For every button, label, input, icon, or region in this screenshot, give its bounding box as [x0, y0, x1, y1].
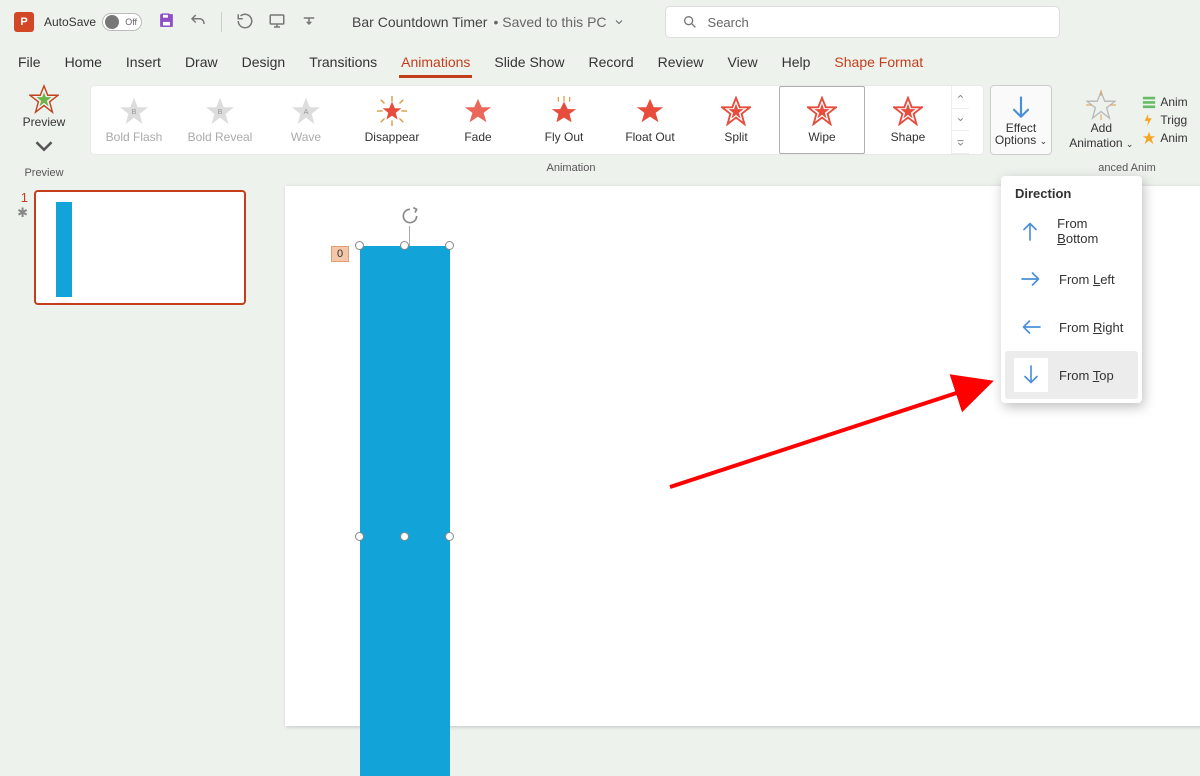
effect-options-dropdown: Direction From Bottom From Left From Rig… [1001, 176, 1142, 403]
gallery-split[interactable]: Split [693, 86, 779, 154]
star-icon [549, 96, 579, 126]
add-animation-button[interactable]: Add Animation ⌄ [1066, 88, 1136, 152]
gallery-scroll-up[interactable] [952, 86, 969, 109]
tab-help[interactable]: Help [780, 50, 813, 78]
tab-view[interactable]: View [726, 50, 760, 78]
gallery-wave[interactable]: A Wave [263, 86, 349, 154]
advanced-anim-mini: Anim Trigg Anim [1142, 95, 1187, 145]
star-icon [635, 96, 665, 126]
tab-animations[interactable]: Animations [399, 50, 472, 78]
resize-handle[interactable] [445, 532, 454, 541]
gallery-bold-reveal[interactable]: B Bold Reveal [177, 86, 263, 154]
animation-painter-button[interactable]: Anim [1142, 131, 1187, 145]
app-icon: P [14, 12, 34, 32]
tab-home[interactable]: Home [63, 50, 104, 78]
chevron-down-icon [29, 131, 59, 161]
tab-slideshow[interactable]: Slide Show [492, 50, 566, 78]
resize-handle[interactable] [355, 532, 364, 541]
autosave-label: AutoSave [44, 15, 96, 29]
tab-draw[interactable]: Draw [183, 50, 220, 78]
tab-design[interactable]: Design [240, 50, 288, 78]
gallery-bold-flash[interactable]: B Bold Flash [91, 86, 177, 154]
direction-from-left[interactable]: From Left [1005, 255, 1138, 303]
search-icon [682, 14, 698, 30]
animation-gallery: B Bold Flash B Bold Reveal A Wave Disapp… [90, 85, 984, 155]
resize-handle[interactable] [400, 532, 409, 541]
gallery-scroll-down[interactable] [952, 109, 969, 132]
search-input[interactable]: Search [665, 6, 1060, 38]
animation-order-tag[interactable]: 0 [331, 246, 349, 262]
arrow-down-icon [1019, 363, 1043, 387]
thumbnail-anim-indicator: ✱ [14, 205, 28, 221]
slide-thumbnail-1[interactable] [34, 190, 246, 305]
rotate-handle[interactable] [400, 206, 420, 229]
tab-file[interactable]: File [16, 50, 43, 78]
direction-from-bottom[interactable]: From Bottom [1005, 207, 1138, 255]
star-icon: B [205, 96, 235, 126]
save-icon[interactable] [158, 12, 175, 32]
arrow-down-icon [1007, 94, 1035, 122]
star-outline-icon [29, 84, 59, 114]
ribbon-tabs: File Home Insert Draw Design Transitions… [0, 44, 1200, 78]
star-icon [893, 96, 923, 126]
trigger-button[interactable]: Trigg [1142, 113, 1187, 127]
gallery-float-out[interactable]: Float Out [607, 86, 693, 154]
tab-record[interactable]: Record [586, 50, 635, 78]
thumbnail-bar-shape [56, 202, 72, 297]
qat-more-icon[interactable] [300, 12, 318, 33]
resize-handle[interactable] [355, 241, 364, 250]
star-plus-icon [1086, 90, 1116, 120]
dropdown-header: Direction [1001, 176, 1142, 207]
selected-rectangle-shape[interactable] [360, 246, 450, 776]
animation-pane-button[interactable]: Anim [1142, 95, 1187, 109]
star-icon [807, 96, 837, 126]
gallery-more[interactable] [952, 131, 969, 154]
document-title[interactable]: Bar Countdown Timer • Saved to this PC [352, 14, 624, 30]
gallery-disappear[interactable]: Disappear [349, 86, 435, 154]
star-icon [721, 96, 751, 126]
gallery-scroll [951, 86, 969, 154]
tab-shape-format[interactable]: Shape Format [832, 50, 925, 78]
direction-from-top[interactable]: From Top [1005, 351, 1138, 399]
effect-options-button[interactable]: Effect Options ⌄ [990, 85, 1052, 155]
tab-transitions[interactable]: Transitions [307, 50, 379, 78]
star-icon [377, 96, 407, 126]
group-label-advanced: anced Anim [1062, 162, 1192, 176]
preview-button[interactable]: Preview [15, 82, 73, 163]
gallery-wipe[interactable]: Wipe [779, 86, 865, 154]
svg-text:B: B [217, 107, 222, 116]
resize-handle[interactable] [400, 241, 409, 250]
arrow-up-icon [1018, 219, 1042, 243]
gallery-fly-out[interactable]: Fly Out [521, 86, 607, 154]
star-icon [463, 96, 493, 126]
resize-handle[interactable] [445, 241, 454, 250]
direction-from-right[interactable]: From Right [1005, 303, 1138, 351]
gallery-shape[interactable]: Shape [865, 86, 951, 154]
svg-text:B: B [131, 107, 136, 116]
tab-insert[interactable]: Insert [124, 50, 163, 78]
autosave-toggle[interactable]: AutoSave Off [44, 13, 142, 31]
star-icon: B [119, 96, 149, 126]
quick-access-toolbar [158, 12, 318, 33]
arrow-right-icon [1019, 267, 1043, 291]
redo-icon[interactable] [236, 12, 254, 33]
gallery-fade[interactable]: Fade [435, 86, 521, 154]
toggle-switch[interactable]: Off [102, 13, 142, 31]
undo-icon[interactable] [189, 12, 207, 33]
arrow-left-icon [1019, 315, 1043, 339]
tab-review[interactable]: Review [656, 50, 706, 78]
thumbnail-number: 1 [14, 190, 28, 205]
slide-thumbnail-panel: 1 ✱ [0, 176, 260, 600]
group-label-animation: Animation [84, 162, 1058, 176]
svg-text:A: A [303, 107, 308, 116]
present-icon[interactable] [268, 12, 286, 33]
chevron-down-icon [613, 16, 625, 28]
star-icon: A [291, 96, 321, 126]
